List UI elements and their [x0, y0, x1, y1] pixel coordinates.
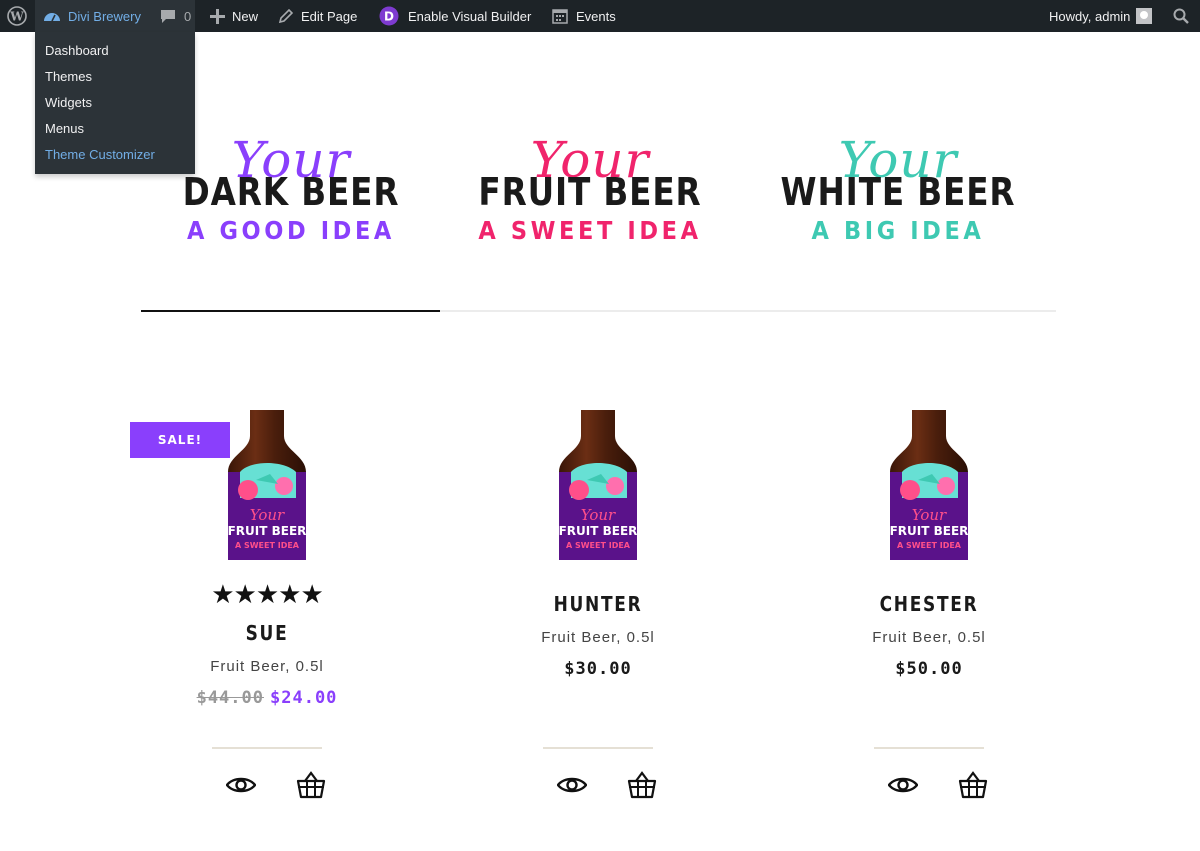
plus-icon [210, 8, 225, 24]
basket-icon [627, 771, 657, 799]
basket-icon [296, 771, 326, 799]
product-card-chester[interactable]: Your FRUIT BEER A SWEET IDEA CHESTER Fru… [814, 410, 1044, 681]
wordpress-logo-button[interactable]: W [7, 0, 29, 32]
product-image[interactable]: Your FRUIT BEER A SWEET IDEA [557, 410, 639, 560]
menu-item-dashboard[interactable]: Dashboard [35, 38, 195, 64]
site-name: Divi Brewery [68, 8, 141, 24]
product-title[interactable]: HUNTER [500, 589, 696, 619]
add-to-cart-button[interactable] [627, 770, 657, 800]
search-button[interactable] [1173, 0, 1189, 32]
svg-text:D: D [384, 10, 394, 24]
tab-title: DARK BEER [182, 170, 400, 214]
beer-bottle-image: Your FRUIT BEER A SWEET IDEA [228, 410, 307, 560]
product-divider [874, 747, 984, 749]
product-image[interactable]: Your FRUIT BEER A SWEET IDEA [226, 410, 308, 560]
add-to-cart-button[interactable] [958, 770, 988, 800]
bottle-label-subtitle: A SWEET IDEA [897, 541, 962, 550]
calendar-icon [552, 9, 568, 24]
beer-bottle-image: Your FRUIT BEER A SWEET IDEA [559, 410, 638, 560]
svg-text:W: W [9, 10, 24, 24]
tab-active-indicator [141, 310, 440, 312]
bottle-label-title: FRUIT BEER [228, 524, 307, 538]
tab-subtitle: A BIG IDEA [811, 216, 985, 245]
eye-icon [225, 777, 257, 793]
add-to-cart-button[interactable] [296, 770, 326, 800]
comment-icon [161, 9, 175, 23]
basket-icon [958, 771, 988, 799]
quick-view-button[interactable] [556, 770, 588, 800]
visual-builder-label: Enable Visual Builder [408, 8, 532, 24]
bottle-label-subtitle: A SWEET IDEA [566, 541, 631, 550]
new-label: New [232, 8, 259, 24]
admin-bar: W Divi Brewery 0 New Edit Page D Enable … [0, 0, 1200, 32]
avatar [1136, 8, 1153, 24]
old-price: $44.00 [196, 688, 264, 708]
bottle-label-script: Your [912, 506, 947, 524]
events-label: Events [576, 8, 616, 24]
wordpress-icon: W [7, 6, 27, 26]
tab-fruit-beer[interactable]: Your FRUIT BEER A SWEET IDEA [440, 130, 740, 246]
product-title[interactable]: SUE [169, 618, 365, 648]
comments-link[interactable]: 0 [160, 0, 191, 32]
product-actions [556, 770, 657, 800]
new-content-button[interactable]: New [210, 0, 258, 32]
events-link[interactable]: Events [552, 0, 616, 32]
bottle-label-title: FRUIT BEER [559, 524, 638, 538]
tab-dark-beer[interactable]: Your DARK BEER A GOOD IDEA [141, 130, 441, 246]
product-actions [887, 770, 988, 800]
quick-view-button[interactable] [887, 770, 919, 800]
product-price: $50.00 [895, 659, 963, 679]
sale-badge: SALE! [130, 422, 230, 458]
bottle-label-script: Your [250, 506, 285, 524]
tab-subtitle: A SWEET IDEA [478, 216, 702, 245]
tab-white-beer[interactable]: Your WHITE BEER A BIG IDEA [748, 130, 1048, 246]
edit-page-label: Edit Page [301, 8, 358, 24]
comments-count: 0 [184, 8, 192, 24]
product-category: Fruit Beer, 0.5l [210, 658, 324, 675]
quick-view-button[interactable] [225, 770, 257, 800]
eye-icon [556, 777, 588, 793]
bottle-label-subtitle: A SWEET IDEA [235, 541, 300, 550]
product-actions [225, 770, 326, 800]
product-price: $30.00 [564, 659, 632, 679]
product-title[interactable]: CHESTER [831, 589, 1027, 619]
dashboard-icon [44, 13, 60, 22]
search-icon [1173, 8, 1189, 24]
my-account-link[interactable]: Howdy, admin [1049, 0, 1153, 32]
bottle-label-script: Your [581, 506, 616, 524]
product-category: Fruit Beer, 0.5l [872, 629, 986, 646]
tab-subtitle: A GOOD IDEA [187, 216, 395, 245]
menu-item-widgets[interactable]: Widgets [35, 90, 195, 116]
howdy-label: Howdy, admin [1049, 8, 1131, 24]
tab-title: WHITE BEER [780, 170, 1016, 214]
site-name-link[interactable]: Divi Brewery [43, 0, 141, 32]
menu-item-themes[interactable]: Themes [35, 64, 195, 90]
product-category: Fruit Beer, 0.5l [541, 629, 655, 646]
product-card-hunter[interactable]: Your FRUIT BEER A SWEET IDEA HUNTER Frui… [483, 410, 713, 681]
divi-icon: D [379, 6, 399, 26]
product-divider [543, 747, 653, 749]
pencil-icon [278, 8, 293, 23]
sale-price: $24.00 [270, 688, 338, 708]
eye-icon [887, 777, 919, 793]
bottle-label-title: FRUIT BEER [890, 524, 969, 538]
product-price: $44.00 $24.00 [152, 686, 382, 710]
tab-title: FRUIT BEER [478, 170, 702, 214]
enable-visual-builder-button[interactable]: D Enable Visual Builder [379, 0, 531, 32]
product-divider [212, 747, 322, 749]
beer-bottle-image: Your FRUIT BEER A SWEET IDEA [890, 410, 969, 560]
product-image[interactable]: Your FRUIT BEER A SWEET IDEA [888, 410, 970, 560]
star-rating: ★★★★★ [211, 579, 324, 609]
edit-page-button[interactable]: Edit Page [278, 0, 357, 32]
